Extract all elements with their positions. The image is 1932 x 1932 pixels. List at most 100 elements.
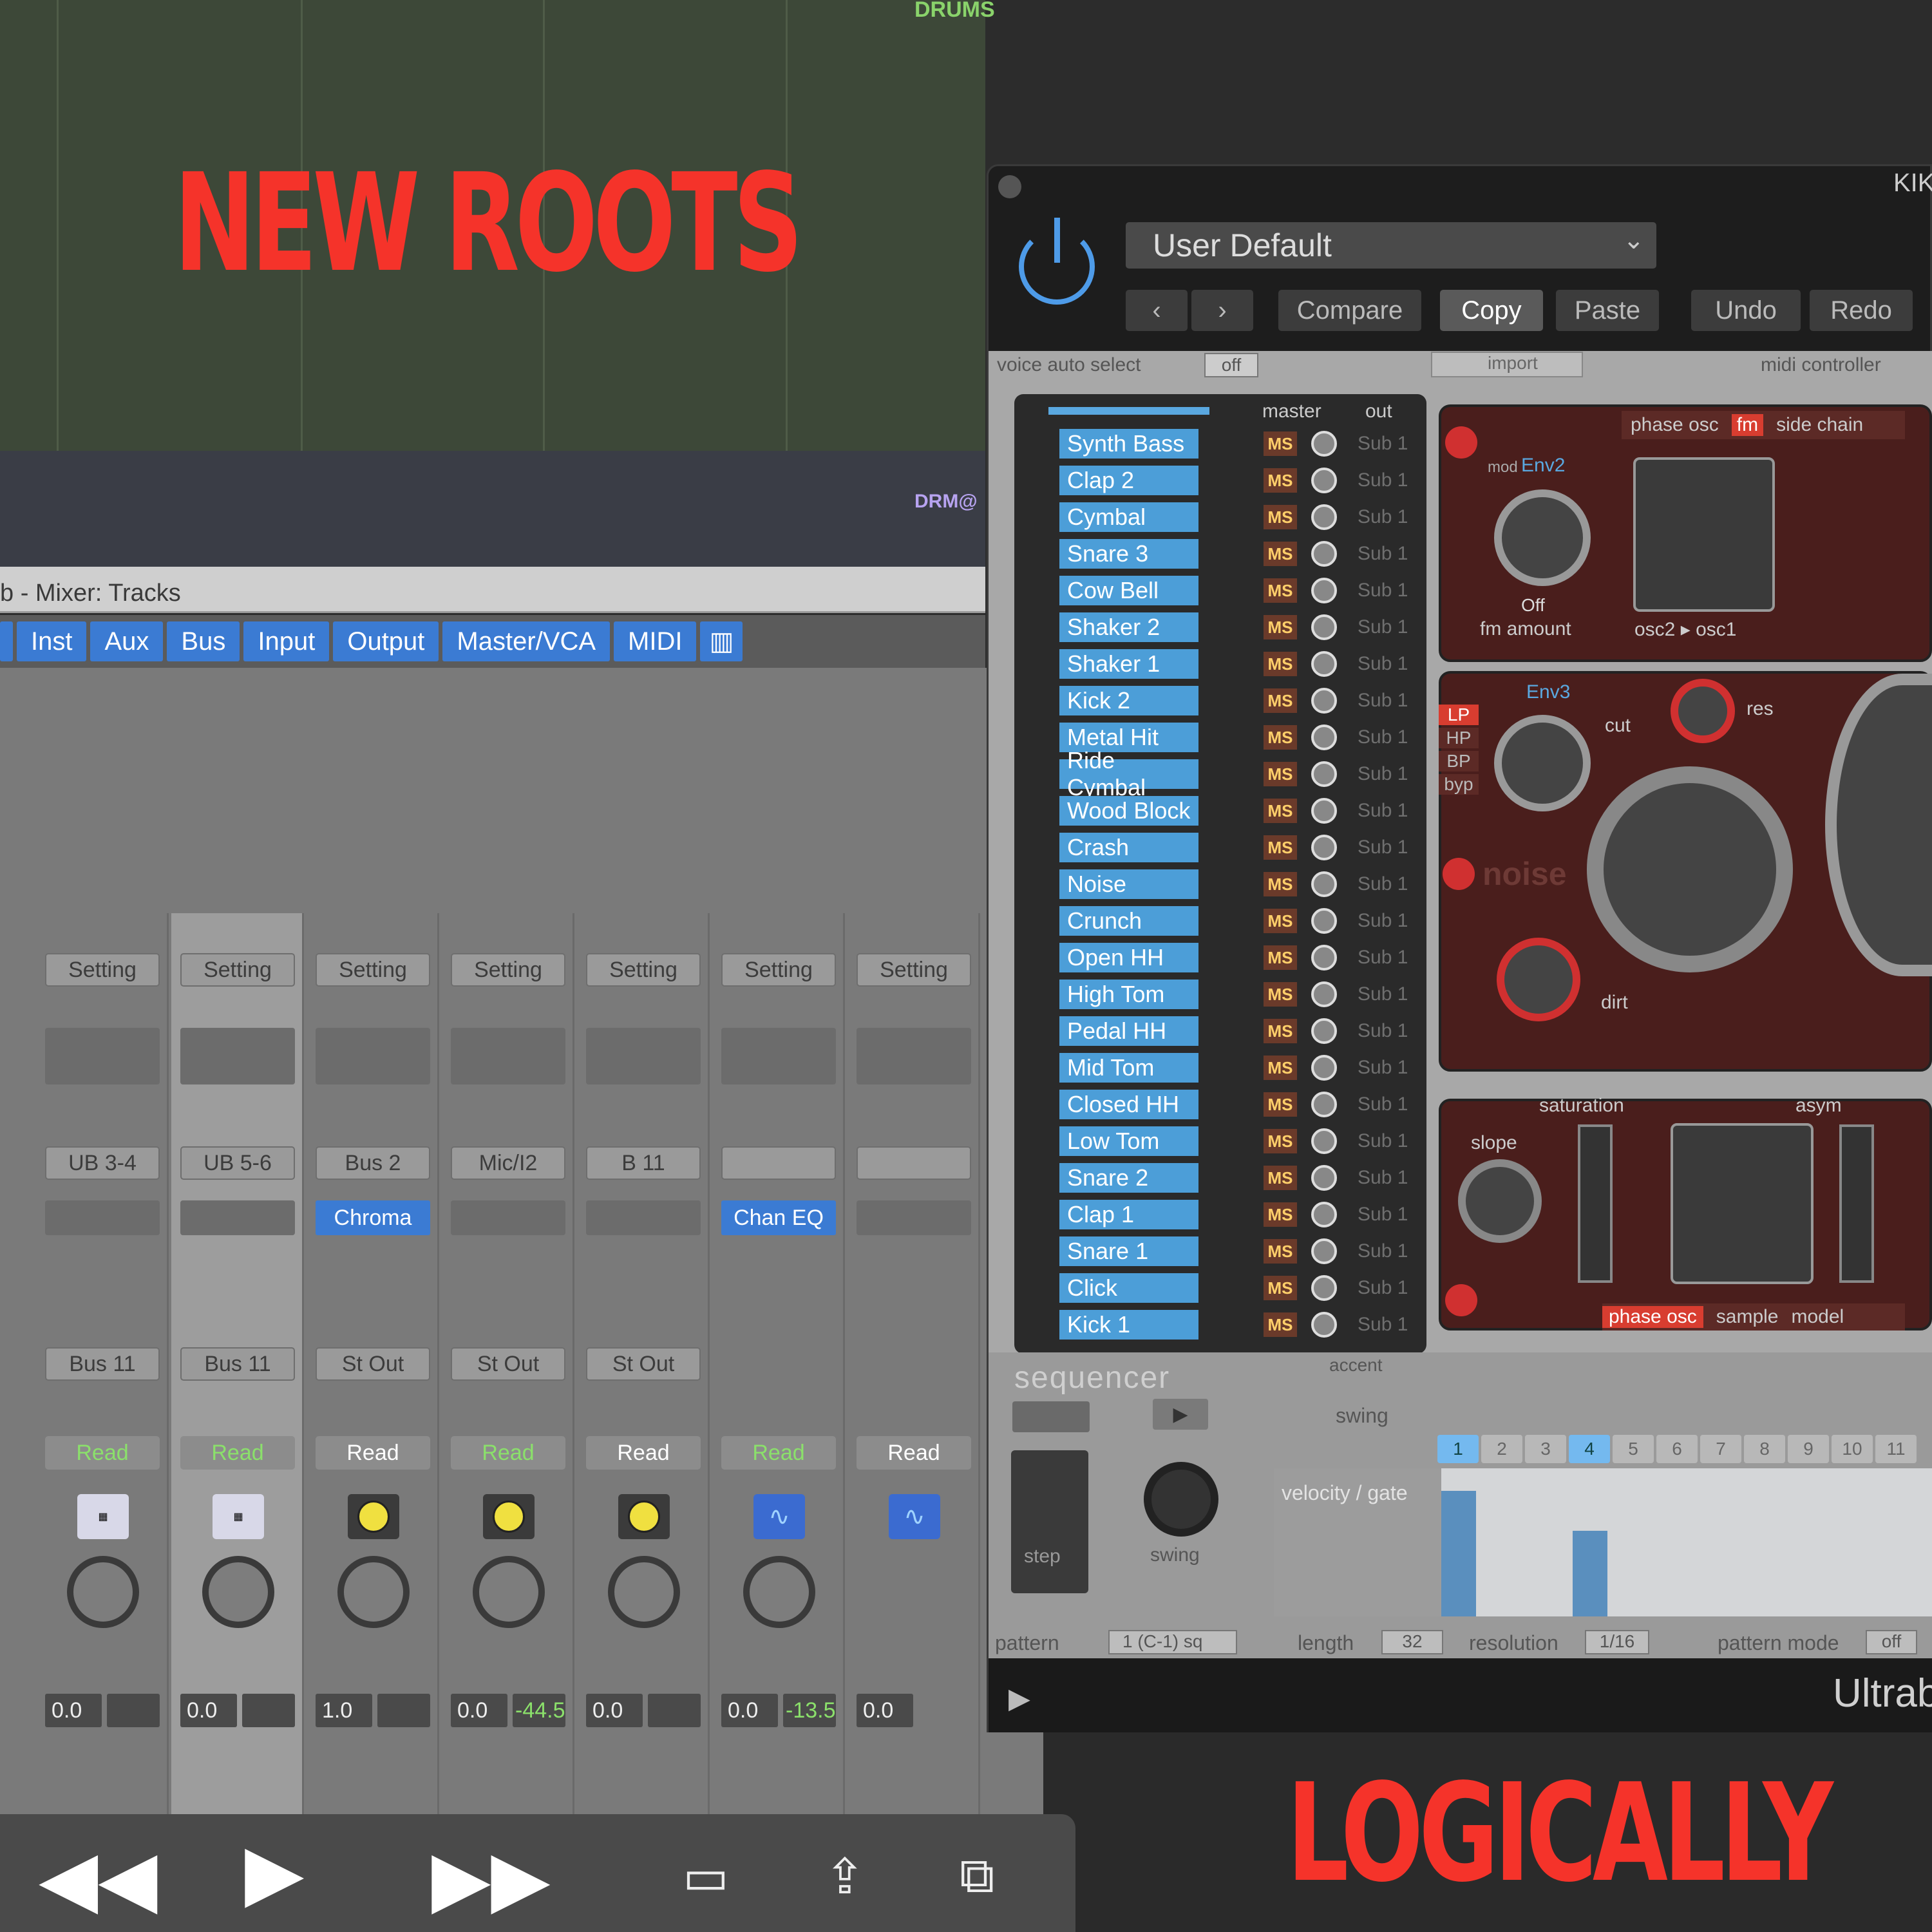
import-button[interactable]: import — [1431, 352, 1583, 377]
mute-solo-buttons[interactable]: MS — [1264, 835, 1297, 860]
play-icon[interactable]: ▶ — [1153, 1399, 1208, 1430]
eq-display[interactable] — [180, 1028, 295, 1084]
input-slot[interactable]: UB 3-4 — [45, 1146, 160, 1180]
pan-knob[interactable] — [1311, 981, 1337, 1007]
track-lane[interactable] — [0, 451, 985, 567]
tuner-icon[interactable] — [483, 1494, 535, 1539]
mute-solo-buttons[interactable]: MS — [1264, 945, 1297, 970]
setting-button[interactable]: Setting — [45, 953, 160, 987]
step-cell[interactable]: 1 — [1437, 1435, 1479, 1463]
automation-mode[interactable]: Read — [45, 1436, 160, 1470]
pan-knob[interactable] — [1311, 1092, 1337, 1117]
filter-hp[interactable]: HP — [1439, 728, 1479, 748]
tab-side-chain[interactable]: side chain — [1776, 414, 1863, 436]
output-select[interactable]: Sub 1 — [1358, 983, 1408, 1005]
sound-slot[interactable]: Kick 2 — [1059, 686, 1198, 715]
mute-solo-buttons[interactable]: MS — [1264, 468, 1297, 493]
pan-knob[interactable] — [67, 1556, 139, 1628]
pan-knob[interactable] — [1311, 504, 1337, 530]
sound-slot[interactable]: Cymbal — [1059, 502, 1198, 532]
tab-fm[interactable]: fm — [1731, 414, 1764, 436]
via-off-label[interactable]: Off — [1521, 595, 1545, 616]
output-select[interactable]: Sub 1 — [1358, 1020, 1408, 1042]
pan-knob[interactable] — [1311, 908, 1337, 934]
airplay-icon[interactable]: ▭ — [683, 1848, 729, 1905]
picture-in-picture-icon[interactable]: ⧉ — [960, 1848, 994, 1905]
pan-knob[interactable] — [1311, 1312, 1337, 1338]
output-select[interactable]: Sub 1 — [1358, 1057, 1408, 1079]
setting-button[interactable]: Setting — [857, 953, 971, 987]
mute-solo-buttons[interactable]: MS — [1264, 762, 1297, 786]
previous-preset-button[interactable]: ‹ — [1126, 290, 1188, 331]
automation-mode[interactable]: Read — [451, 1436, 565, 1470]
mute-solo-buttons[interactable]: MS — [1264, 1092, 1297, 1117]
sound-slot[interactable]: Click — [1059, 1273, 1198, 1303]
plugin-slot[interactable]: Chroma — [316, 1200, 430, 1235]
setting-button[interactable]: Setting — [721, 953, 836, 987]
sound-slot[interactable]: Synth Bass — [1059, 429, 1198, 459]
sound-slot[interactable]: Ride Cymbal — [1059, 747, 1198, 800]
share-icon[interactable]: ⇪ — [824, 1848, 866, 1905]
pan-knob[interactable] — [1311, 431, 1337, 457]
sound-slot[interactable]: Crunch — [1059, 906, 1198, 936]
master-volume-slider[interactable] — [1048, 407, 1209, 415]
output-select[interactable]: Sub 1 — [1358, 947, 1408, 969]
eq-display[interactable] — [45, 1028, 160, 1084]
output-select[interactable]: Sub 1 — [1358, 1167, 1408, 1189]
mute-solo-buttons[interactable]: MS — [1264, 982, 1297, 1007]
output-slot[interactable]: St Out — [586, 1347, 701, 1381]
drum-machine-icon[interactable]: ▦ — [77, 1494, 129, 1539]
output-select[interactable]: Sub 1 — [1358, 506, 1408, 528]
columns-view-icon[interactable]: ▥ — [700, 621, 743, 661]
output-select[interactable]: Sub 1 — [1358, 726, 1408, 748]
volume-readout[interactable]: 1.0 — [316, 1694, 372, 1727]
output-select[interactable]: Sub 1 — [1358, 1204, 1408, 1226]
setting-button[interactable]: Setting — [451, 953, 565, 987]
tab-bus[interactable]: Bus — [167, 621, 240, 661]
mute-solo-buttons[interactable]: MS — [1264, 1276, 1297, 1300]
sound-slot[interactable]: Snare 2 — [1059, 1163, 1198, 1193]
volume-readout[interactable]: 0.0 — [721, 1694, 778, 1727]
output-select[interactable]: Sub 1 — [1358, 763, 1408, 785]
fm-amount-knob[interactable] — [1494, 489, 1591, 586]
pattern-mode-toggle[interactable]: off — [1866, 1630, 1917, 1654]
pan-knob[interactable] — [473, 1556, 545, 1628]
rewind-icon[interactable]: ◀◀ — [39, 1840, 158, 1917]
output-select[interactable]: Sub 1 — [1358, 873, 1408, 895]
eq-display[interactable] — [721, 1028, 836, 1084]
mute-solo-buttons[interactable]: MS — [1264, 1056, 1297, 1080]
sound-slot[interactable]: Shaker 2 — [1059, 612, 1198, 642]
sound-slot[interactable]: Wood Block — [1059, 796, 1198, 826]
slope-knob[interactable] — [1458, 1159, 1542, 1243]
tab-output[interactable]: Output — [333, 621, 439, 661]
plugin-slot[interactable] — [45, 1200, 160, 1235]
sound-slot[interactable]: Snare 1 — [1059, 1236, 1198, 1266]
automation-mode[interactable]: Read — [857, 1436, 971, 1470]
pan-knob[interactable] — [1311, 1165, 1337, 1191]
plugin-slot[interactable] — [586, 1200, 701, 1235]
pan-knob[interactable] — [1311, 1202, 1337, 1227]
output-select[interactable]: Sub 1 — [1358, 690, 1408, 712]
resonance-knob[interactable] — [1671, 679, 1735, 743]
sound-slot[interactable]: Noise — [1059, 869, 1198, 899]
mute-solo-buttons[interactable]: MS — [1264, 799, 1297, 823]
output-select[interactable]: Sub 1 — [1358, 910, 1408, 932]
setting-button[interactable]: Setting — [586, 953, 701, 987]
pan-knob[interactable] — [1311, 761, 1337, 787]
sound-slot[interactable]: Closed HH — [1059, 1090, 1198, 1119]
output-select[interactable]: Sub 1 — [1358, 616, 1408, 638]
automation-mode[interactable]: Read — [721, 1436, 836, 1470]
tab-input[interactable]: Input — [243, 621, 330, 661]
tab-midi[interactable]: MIDI — [614, 621, 697, 661]
volume-readout[interactable]: 0.0 — [586, 1694, 643, 1727]
sound-slot[interactable]: Mid Tom — [1059, 1053, 1198, 1083]
pan-knob[interactable] — [1311, 614, 1337, 640]
pan-knob[interactable] — [1311, 724, 1337, 750]
output-select[interactable]: Sub 1 — [1358, 469, 1408, 491]
sound-slot[interactable]: Cow Bell — [1059, 576, 1198, 605]
saturation-slider[interactable] — [1578, 1124, 1613, 1283]
waveform-icon[interactable]: ∿ — [889, 1494, 940, 1539]
output-select[interactable]: Sub 1 — [1358, 653, 1408, 675]
mute-solo-buttons[interactable]: MS — [1264, 542, 1297, 566]
mute-solo-buttons[interactable]: MS — [1264, 1202, 1297, 1227]
